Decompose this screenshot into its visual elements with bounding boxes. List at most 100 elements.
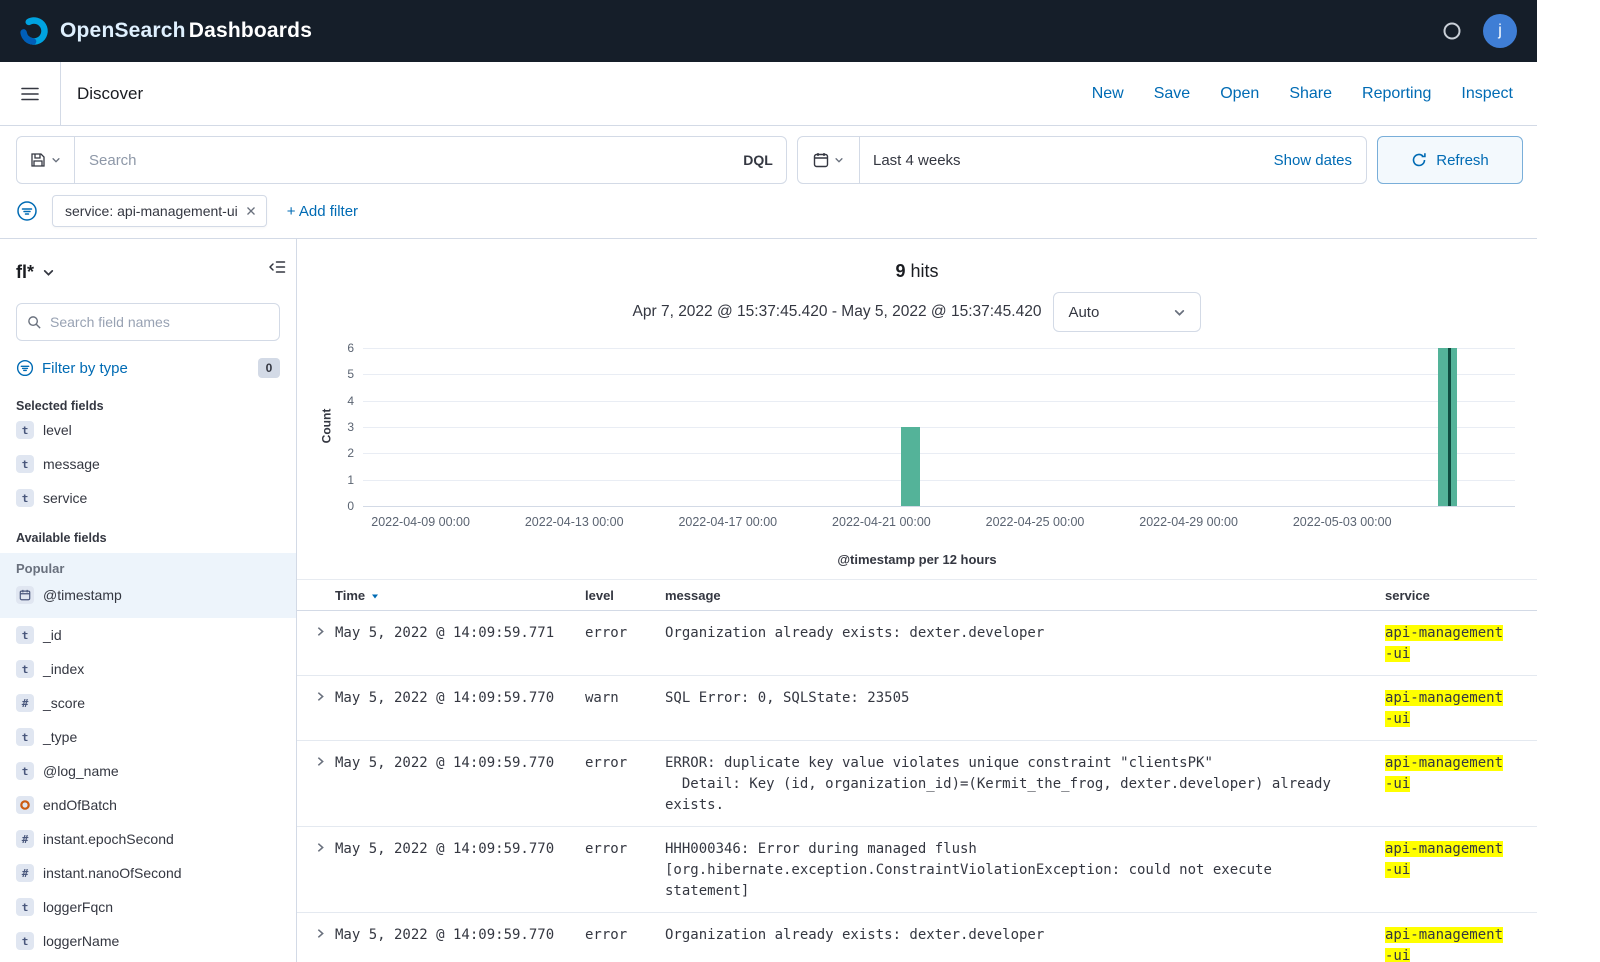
field-name: message xyxy=(43,456,100,472)
highlighted-term: api-management-ui xyxy=(1385,841,1503,878)
column-header-level[interactable]: level xyxy=(585,588,665,603)
field-item-_index[interactable]: t_index xyxy=(16,652,280,686)
field-item-level[interactable]: tlevel xyxy=(16,413,280,447)
field-search-input[interactable] xyxy=(50,304,269,340)
cell-service: api-management-ui xyxy=(1385,913,1525,962)
filter-count-badge: 0 xyxy=(258,358,280,378)
index-pattern-row: fl* xyxy=(16,255,280,289)
remove-filter-icon[interactable] xyxy=(246,203,256,219)
filter-pill[interactable]: service: api-management-ui xyxy=(52,195,267,227)
field-item-loggerName[interactable]: tloggerName xyxy=(16,924,280,958)
field-item-_score[interactable]: #_score xyxy=(16,686,280,720)
field-name: _type xyxy=(43,729,77,745)
discover-main: 9 hits Apr 7, 2022 @ 15:37:45.420 - May … xyxy=(296,239,1537,962)
field-item-instant.epochSecond[interactable]: #instant.epochSecond xyxy=(16,822,280,856)
field-item-_type[interactable]: t_type xyxy=(16,720,280,754)
chart-marker-line xyxy=(1448,348,1451,506)
cell-time: May 5, 2022 @ 14:09:59.770 xyxy=(335,741,585,826)
field-item-@log_name[interactable]: t@log_name xyxy=(16,754,280,788)
search-input[interactable] xyxy=(75,137,730,183)
nav-action-new[interactable]: New xyxy=(1092,85,1124,103)
hits-number: 9 xyxy=(895,261,905,281)
notifications-icon[interactable] xyxy=(1437,16,1467,46)
app-navbar: Discover NewSaveOpenShareReportingInspec… xyxy=(0,62,1537,126)
column-header-message[interactable]: message xyxy=(665,588,1385,603)
saved-query-menu-button[interactable] xyxy=(17,137,75,183)
refresh-button[interactable]: Refresh xyxy=(1377,136,1523,184)
index-pattern-selector[interactable]: fl* xyxy=(16,262,55,283)
hamburger-icon xyxy=(21,87,39,101)
topbar-right: j xyxy=(1437,14,1517,48)
opensearch-logo-icon xyxy=(18,15,50,47)
y-tick-label: 5 xyxy=(347,367,354,381)
cell-message: ERROR: duplicate key value violates uniq… xyxy=(665,741,1385,826)
opensearch-brand[interactable]: OpenSearchDashboards xyxy=(18,15,312,47)
string-type-icon: t xyxy=(16,421,34,439)
show-dates-link[interactable]: Show dates xyxy=(1274,152,1366,169)
cell-level: warn xyxy=(585,676,665,740)
gridline xyxy=(363,480,1515,481)
gridline xyxy=(363,427,1515,428)
add-filter-link[interactable]: + Add filter xyxy=(287,203,358,220)
expand-row-button[interactable] xyxy=(305,913,335,962)
field-item-message[interactable]: t message xyxy=(16,447,280,481)
field-name: service xyxy=(43,490,87,506)
field-item-service[interactable]: tservice xyxy=(16,481,280,515)
cell-level: error xyxy=(585,913,665,962)
field-name: instant.epochSecond xyxy=(43,831,174,847)
histogram-bar[interactable] xyxy=(901,427,920,506)
plot-area: 01234562022-04-09 00:002022-04-13 00:002… xyxy=(363,348,1515,506)
cell-message: SQL Error: 0, SQLState: 23505 xyxy=(665,676,1385,740)
date-picker-menu-button[interactable] xyxy=(798,137,860,183)
nav-action-save[interactable]: Save xyxy=(1154,85,1190,103)
avatar-initial: j xyxy=(1498,22,1502,40)
expand-row-button[interactable] xyxy=(305,676,335,740)
y-tick-label: 0 xyxy=(347,499,354,513)
field-item-endOfBatch[interactable]: endOfBatch xyxy=(16,788,280,822)
table-row: May 5, 2022 @ 14:09:59.770warnSQL Error:… xyxy=(297,676,1537,741)
cell-level: error xyxy=(585,741,665,826)
x-tick-label: 2022-04-29 00:00 xyxy=(1139,515,1238,529)
string-type-icon: t xyxy=(16,455,34,473)
field-name: instant.nanoOfSecond xyxy=(43,865,182,881)
nav-action-open[interactable]: Open xyxy=(1220,85,1259,103)
y-tick-label: 2 xyxy=(347,446,354,460)
field-item-instant.nanoOfSecond[interactable]: #instant.nanoOfSecond xyxy=(16,856,280,890)
query-language-button[interactable]: DQL xyxy=(730,137,786,183)
x-tick-label: 2022-05-03 00:00 xyxy=(1293,515,1392,529)
y-tick-label: 4 xyxy=(347,394,354,408)
expand-row-button[interactable] xyxy=(305,611,335,675)
cell-time: May 5, 2022 @ 14:09:59.770 xyxy=(335,913,585,962)
expand-row-button[interactable] xyxy=(305,827,335,912)
expand-chevron-icon xyxy=(314,690,327,703)
field-item-loggerFqcn[interactable]: tloggerFqcn xyxy=(16,890,280,924)
filter-by-type-button[interactable]: Filter by type xyxy=(16,359,128,377)
user-avatar[interactable]: j xyxy=(1483,14,1517,48)
expand-row-button[interactable] xyxy=(305,741,335,826)
string-type-icon: t xyxy=(16,898,34,916)
nav-action-reporting[interactable]: Reporting xyxy=(1362,85,1431,103)
time-range-value[interactable]: Last 4 weeks xyxy=(860,152,1274,169)
column-header-time[interactable]: Time xyxy=(335,588,585,603)
nav-action-share[interactable]: Share xyxy=(1289,85,1332,103)
interval-select[interactable]: Auto xyxy=(1053,292,1201,332)
available-fields-heading: Available fields xyxy=(16,531,280,545)
collapse-sidebar-icon[interactable] xyxy=(267,259,286,280)
field-item-_id[interactable]: t_id xyxy=(16,618,280,652)
column-header-service[interactable]: service xyxy=(1385,588,1525,603)
filter-icon[interactable] xyxy=(16,200,38,222)
browser-viewport: OpenSearchDashboards j Discover NewSaveO… xyxy=(0,0,1600,962)
brand-secondary: Dashboards xyxy=(189,19,312,42)
gridline xyxy=(363,374,1515,375)
table-body: May 5, 2022 @ 14:09:59.771errorOrganizat… xyxy=(297,611,1537,962)
menu-icon[interactable] xyxy=(0,62,60,125)
cell-service: api-management-ui xyxy=(1385,827,1525,912)
nav-action-inspect[interactable]: Inspect xyxy=(1461,85,1513,103)
histogram-chart: Count 01234562022-04-09 00:002022-04-13 … xyxy=(313,348,1519,506)
chevron-down-icon xyxy=(1173,306,1186,319)
field-item-@timestamp[interactable]: @timestamp xyxy=(16,578,280,612)
field-search-box xyxy=(16,303,280,341)
date-type-icon xyxy=(16,586,34,604)
expand-chevron-icon xyxy=(314,755,327,768)
date-picker-group: Last 4 weeks Show dates xyxy=(797,136,1367,184)
